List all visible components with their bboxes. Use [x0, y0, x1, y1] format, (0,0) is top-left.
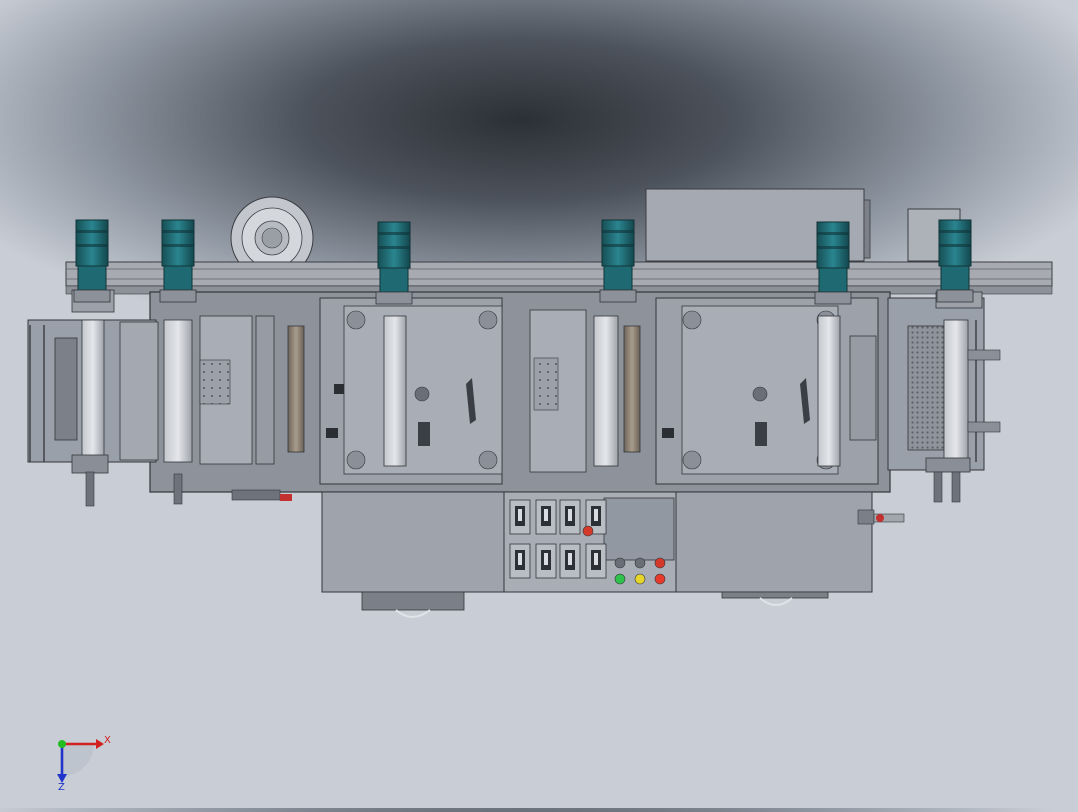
- x-axis-arrowhead: [96, 739, 104, 749]
- selector-switch-4[interactable]: [509, 543, 531, 579]
- yellow-light: [634, 573, 646, 585]
- selector-switch-5[interactable]: [535, 543, 557, 579]
- selector-switch-3[interactable]: [559, 499, 581, 535]
- gear-motor-4: [599, 219, 637, 303]
- machine-assembly-drawing: X Z: [27, 188, 1053, 793]
- x-axis-label: X: [104, 735, 111, 746]
- gear-motor-5: [814, 221, 852, 305]
- cad-viewport[interactable]: X Z: [0, 0, 1078, 808]
- selector-switch-6[interactable]: [559, 543, 581, 579]
- selector-switch-1[interactable]: [509, 499, 531, 535]
- gear-motor-3: [375, 221, 413, 305]
- gear-motor-2: [159, 219, 197, 303]
- gear-motor-1: [73, 219, 111, 303]
- orientation-triad[interactable]: X Z: [57, 735, 111, 793]
- gear-motor-6: [936, 219, 974, 303]
- top-rail: [65, 261, 1053, 295]
- indicator-lights: [614, 573, 666, 585]
- selector-switch-7[interactable]: [585, 543, 607, 579]
- red-light: [654, 573, 666, 585]
- z-axis-label: Z: [58, 782, 65, 793]
- green-light: [614, 573, 626, 585]
- top-housing: [645, 188, 961, 262]
- selector-switch-2[interactable]: [535, 499, 557, 535]
- y-axis-dot: [58, 740, 66, 748]
